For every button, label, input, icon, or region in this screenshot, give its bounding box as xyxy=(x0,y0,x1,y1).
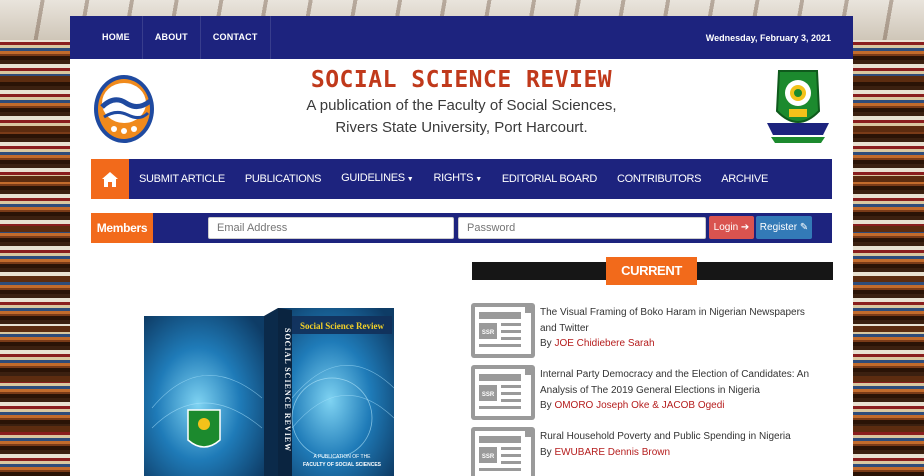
register-button[interactable]: Register ✎ xyxy=(756,216,812,239)
site-title: SOCIAL SCIENCE REVIEW xyxy=(310,67,613,93)
home-icon xyxy=(102,171,118,187)
article-byline: By OMORO Joseph Oke & JACOB Ogedi xyxy=(540,398,823,414)
by-label: By xyxy=(540,338,552,349)
sign-in-icon: ➔ xyxy=(740,222,750,233)
cover-spine-text: SOCIAL SCIENCE REVIEW xyxy=(283,328,292,452)
article-title[interactable]: Rural Household Poverty and Public Spend… xyxy=(540,429,823,445)
newspaper-icon[interactable]: SSR xyxy=(471,365,535,420)
current-issue-list: SSR The Visual Framing of Boko Haram in … xyxy=(471,303,823,476)
members-label: Members xyxy=(91,213,153,243)
nav-rights-label: RIGHTS xyxy=(433,172,474,184)
article-info: The Visual Framing of Boko Haram in Nige… xyxy=(540,305,823,352)
cover-line-2: FACULTY OF SOCIAL SCIENCES xyxy=(303,462,382,468)
newspaper-icon[interactable]: SSR xyxy=(471,427,535,476)
password-field[interactable] xyxy=(458,217,706,239)
ssr-icon-text: SSR xyxy=(482,330,495,336)
ssr-icon-text: SSR xyxy=(482,454,495,460)
nav-editorial-board[interactable]: EDITORIAL BOARD xyxy=(492,159,607,199)
site-subtitle: A publication of the Faculty of Social S… xyxy=(70,95,853,139)
by-label: By xyxy=(540,400,552,411)
article-author[interactable]: JOE Chidiebere Sarah xyxy=(554,338,654,349)
nav-contributors[interactable]: CONTRIBUTORS xyxy=(607,159,711,199)
nav-submit-article[interactable]: SUBMIT ARTICLE xyxy=(129,159,235,199)
email-field[interactable] xyxy=(208,217,454,239)
ssr-icon-text: SSR xyxy=(482,392,495,398)
nav-archive[interactable]: ARCHIVE xyxy=(711,159,778,199)
subtitle-line-1: A publication of the Faculty of Social S… xyxy=(306,97,617,114)
by-label: By xyxy=(540,446,552,458)
current-issue-heading: CURRENT ISSUE xyxy=(606,257,697,306)
edit-icon: ✎ xyxy=(799,222,809,233)
article-author[interactable]: OMORO Joseph Oke & JACOB Ogedi xyxy=(554,400,724,411)
journal-cover-image[interactable]: SOCIAL SCIENCE REVIEW Social Science Rev… xyxy=(142,308,398,476)
article-title[interactable]: Internal Party Democracy and the Electio… xyxy=(540,367,823,398)
nav-about-link[interactable]: ABOUT xyxy=(143,16,201,59)
article-info: Rural Household Poverty and Public Spend… xyxy=(540,429,823,461)
page-container: HOME ABOUT CONTACT Wednesday, February 3… xyxy=(70,16,853,476)
main-nav: SUBMIT ARTICLE PUBLICATIONS GUIDELINES ▼ … xyxy=(91,159,832,199)
nav-publications[interactable]: PUBLICATIONS xyxy=(235,159,331,199)
nav-contact-link[interactable]: CONTACT xyxy=(201,16,271,59)
register-label: Register xyxy=(759,222,798,233)
chevron-down-icon: ▼ xyxy=(475,176,482,183)
subtitle-line-2: Rivers State University, Port Harcourt. xyxy=(335,119,588,136)
nav-guidelines-label: GUIDELINES xyxy=(341,172,405,184)
top-nav: HOME ABOUT CONTACT xyxy=(90,16,271,59)
current-date: Wednesday, February 3, 2021 xyxy=(705,32,831,43)
cover-line-1: A PUBLICATION OF THE xyxy=(313,454,371,460)
login-label: Login xyxy=(713,222,739,233)
article-byline: By EWUBARE Dennis Brown xyxy=(540,445,823,461)
list-item: SSR Internal Party Democracy and the Ele… xyxy=(471,365,823,427)
login-button[interactable]: Login ➔ xyxy=(709,216,754,239)
cover-brand-text: Social Science Review xyxy=(300,321,384,331)
article-title[interactable]: The Visual Framing of Boko Haram in Nige… xyxy=(540,305,823,336)
article-author[interactable]: EWUBARE Dennis Brown xyxy=(554,447,670,458)
chevron-down-icon: ▼ xyxy=(406,176,414,183)
site-header: SOCIAL SCIENCE REVIEW A publication of t… xyxy=(70,59,853,159)
list-item: SSR The Visual Framing of Boko Haram in … xyxy=(471,303,823,365)
nav-home-link[interactable]: HOME xyxy=(90,16,143,59)
university-crest xyxy=(767,70,829,143)
nav-rights[interactable]: RIGHTS ▼ xyxy=(423,158,491,200)
article-info: Internal Party Democracy and the Electio… xyxy=(540,367,823,414)
newspaper-icon[interactable]: SSR xyxy=(471,303,535,358)
top-bar: HOME ABOUT CONTACT Wednesday, February 3… xyxy=(70,16,853,59)
article-byline: By JOE Chidiebere Sarah xyxy=(540,336,823,352)
home-button[interactable] xyxy=(91,159,129,199)
list-item: SSR Rural Household Poverty and Public S… xyxy=(471,427,823,476)
background-bookshelf-right xyxy=(853,40,924,476)
background-bookshelf-left xyxy=(0,40,70,476)
nav-guidelines[interactable]: GUIDELINES ▼ xyxy=(331,158,423,200)
members-login-bar: Members Login ➔ Register ✎ xyxy=(91,213,832,243)
